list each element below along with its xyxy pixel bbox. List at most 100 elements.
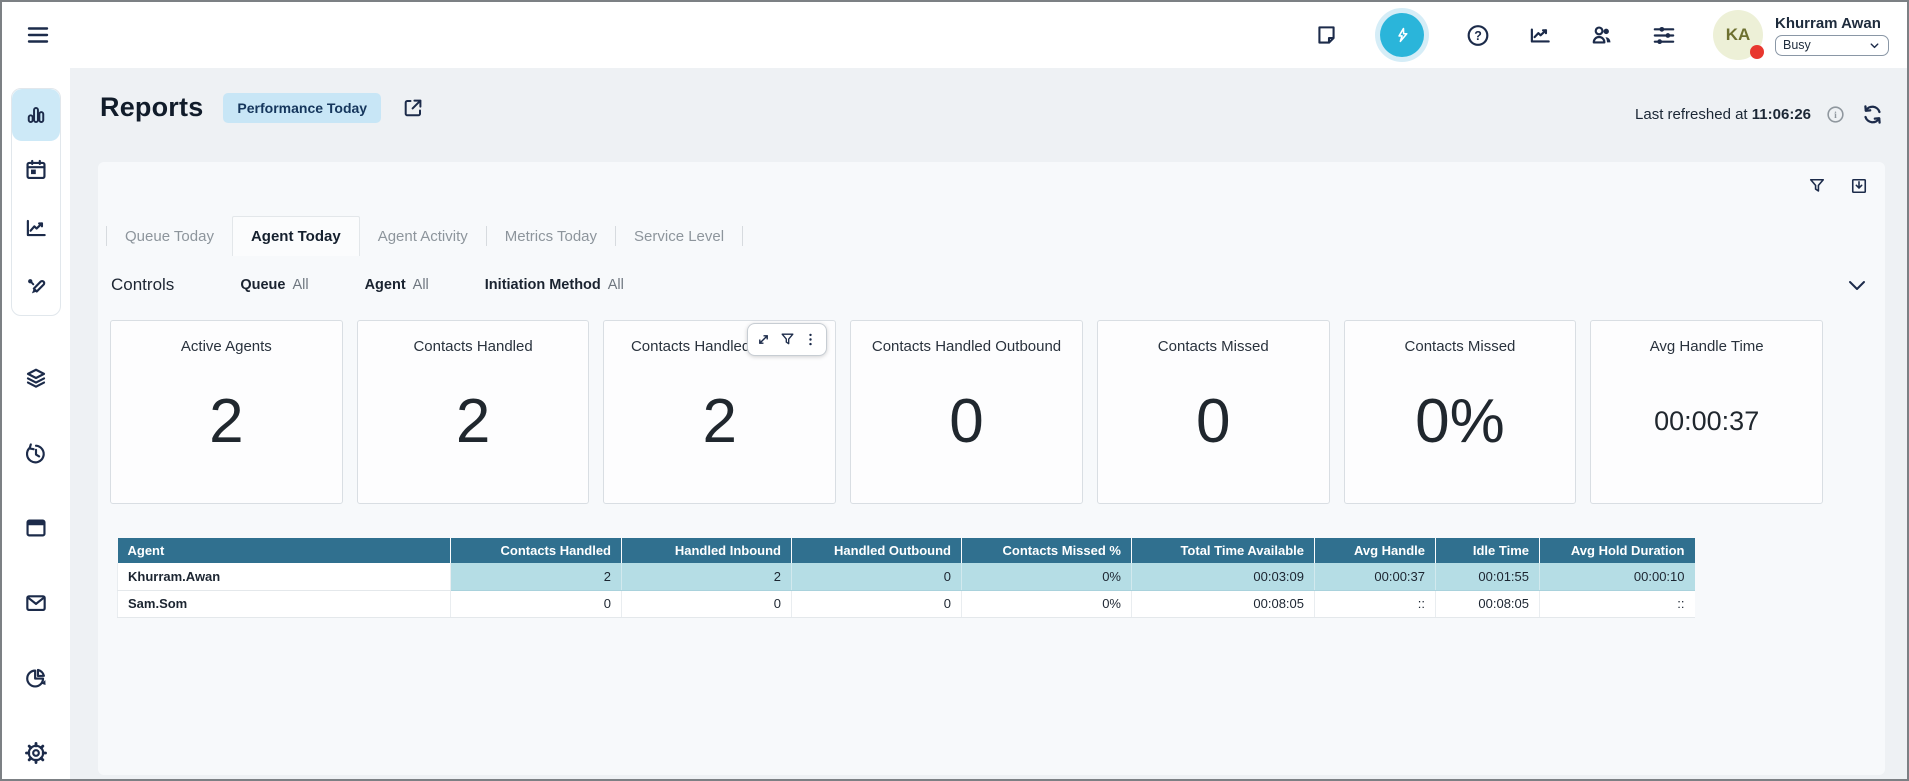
tab-queue-today[interactable]: Queue Today [107,216,232,256]
col-contacts-missed-pct[interactable]: Contacts Missed % [962,538,1132,563]
sidebar-item-history[interactable] [11,440,61,468]
tab-divider [742,226,743,246]
col-handled-inbound[interactable]: Handled Inbound [622,538,792,563]
hamburger-menu-icon[interactable] [24,22,52,48]
col-avg-hold-duration[interactable]: Avg Hold Duration [1540,538,1695,563]
bar-chart-icon [23,102,49,128]
tab-agent-activity[interactable]: Agent Activity [360,216,486,256]
settings-gear-icon [23,740,49,766]
cell: 0 [792,590,962,617]
card-value: 2 [456,355,490,487]
avatar[interactable]: KA [1713,10,1763,60]
cell: 0 [451,590,622,617]
bolt-circle [1380,13,1424,57]
user-meta: Khurram Awan Busy [1775,15,1889,56]
filter-queue[interactable]: Queue All [240,277,308,293]
controls-collapse-chevron-icon[interactable] [1845,273,1869,297]
download-icon[interactable] [1849,176,1869,196]
sidebar-item-pie[interactable] [11,664,61,692]
sidebar-item-line-chart[interactable] [12,199,60,257]
card-value: 2 [209,355,243,487]
analytics-icon[interactable] [1527,22,1553,48]
sidebar-item-mail[interactable] [11,589,61,617]
main-content: Reports Performance Today Last refreshed… [70,68,1907,779]
notes-icon[interactable] [1313,22,1339,48]
external-link-icon[interactable] [401,96,425,120]
cell: 00:03:09 [1132,563,1315,590]
card-contacts-handled: Contacts Handled 2 [357,320,590,504]
status-select[interactable]: Busy [1775,35,1889,56]
cell: 2 [451,563,622,590]
line-chart-icon [23,215,49,241]
directory-users-icon[interactable] [1589,22,1615,48]
col-avg-handle[interactable]: Avg Handle [1315,538,1436,563]
col-total-time-available[interactable]: Total Time Available [1132,538,1315,563]
status-select-value: Busy [1783,38,1811,52]
filter-icon[interactable] [1807,176,1827,196]
last-refreshed-time: 11:06:26 [1752,106,1811,123]
card-value: 2 [703,355,737,487]
col-idle-time[interactable]: Idle Time [1436,538,1540,563]
sidebar-item-settings[interactable] [11,739,61,767]
sidebar-item-layers[interactable] [11,364,61,392]
card-value: 0% [1415,355,1505,487]
metric-cards: Active Agents 2 Contacts Handled 2 [110,320,1823,504]
card-contacts-handled-inbound: Contacts Handled Inbound 2 [603,320,836,504]
history-icon [23,441,49,467]
kebab-menu-icon[interactable] [801,331,819,349]
col-agent[interactable]: Agent [118,538,451,563]
card-title: Contacts Missed [1405,338,1516,355]
sidebar [2,68,70,779]
sidebar-item-bar-chart[interactable] [12,89,60,141]
tab-service-level[interactable]: Service Level [616,216,742,256]
panel-tools [1807,176,1869,196]
card-title: Avg Handle Time [1650,338,1764,355]
tab-metrics-today[interactable]: Metrics Today [487,216,615,256]
filter-initiation-method-label: Initiation Method [485,277,601,293]
refresh-icon[interactable] [1860,102,1885,127]
filter-agent-value: All [413,277,429,293]
card-value: 0 [949,355,983,487]
agent-table: Agent Contacts Handled Handled Inbound H… [117,538,1695,618]
card-value: 00:00:37 [1654,355,1759,487]
expand-icon[interactable] [755,331,773,349]
tab-bar: Queue Today Agent Today Agent Activity M… [106,216,743,256]
cell: 2 [622,563,792,590]
cell: :: [1315,590,1436,617]
layers-icon [23,365,49,391]
info-icon[interactable]: i [1825,104,1846,125]
sidebar-item-customize[interactable] [12,257,60,315]
col-contacts-handled[interactable]: Contacts Handled [451,538,622,563]
busy-status-dot [1750,45,1764,59]
controls-row: Controls Queue All Agent All Initiation … [111,264,1869,306]
filter-agent-label: Agent [365,277,406,293]
sidebar-item-browser[interactable] [11,514,61,542]
filter-initiation-method[interactable]: Initiation Method All [485,277,624,293]
help-icon[interactable]: ? [1465,22,1491,48]
table-row[interactable]: Khurram.Awan 2 2 0 0% 00:03:09 00:00:37 … [118,563,1695,590]
card-avg-handle-time: Avg Handle Time 00:00:37 [1590,320,1823,504]
filter-agent[interactable]: Agent All [365,277,429,293]
svg-text:i: i [1834,110,1837,121]
col-handled-outbound[interactable]: Handled Outbound [792,538,962,563]
filter-icon[interactable] [778,331,796,349]
card-active-agents: Active Agents 2 [110,320,343,504]
page-title: Reports [100,92,203,123]
cell: :: [1540,590,1695,617]
quick-connect-bolt-icon[interactable] [1375,8,1429,62]
customize-pen-icon [23,273,49,299]
sidebar-report-group [11,88,61,316]
avatar-initials: KA [1726,25,1751,45]
calendar-icon [23,157,49,183]
report-badge[interactable]: Performance Today [223,93,381,123]
sidebar-item-calendar[interactable] [12,141,60,199]
card-title: Contacts Handled [413,338,532,355]
card-value: 0 [1196,355,1230,487]
tab-agent-today[interactable]: Agent Today [232,216,360,256]
filter-queue-label: Queue [240,277,285,293]
chevron-down-icon [1868,39,1881,52]
cell: 00:00:10 [1540,563,1695,590]
table-row[interactable]: Sam.Som 0 0 0 0% 00:08:05 :: 00:08:05 :: [118,590,1695,617]
cell: 0% [962,563,1132,590]
preferences-sliders-icon[interactable] [1651,22,1677,48]
